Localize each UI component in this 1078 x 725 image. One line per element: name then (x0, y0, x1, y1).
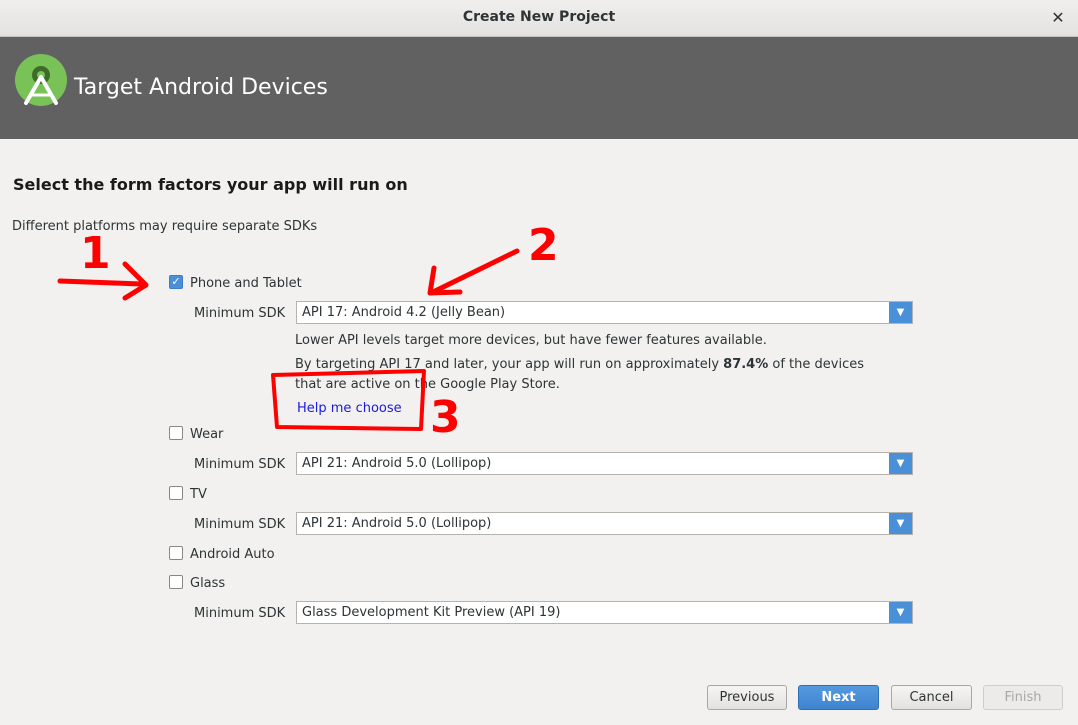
annotation-arrow-1 (57, 261, 149, 301)
annotation-box-3 (271, 369, 426, 431)
annotation-arrow-2 (427, 248, 520, 296)
annotation-overlay (57, 248, 520, 431)
